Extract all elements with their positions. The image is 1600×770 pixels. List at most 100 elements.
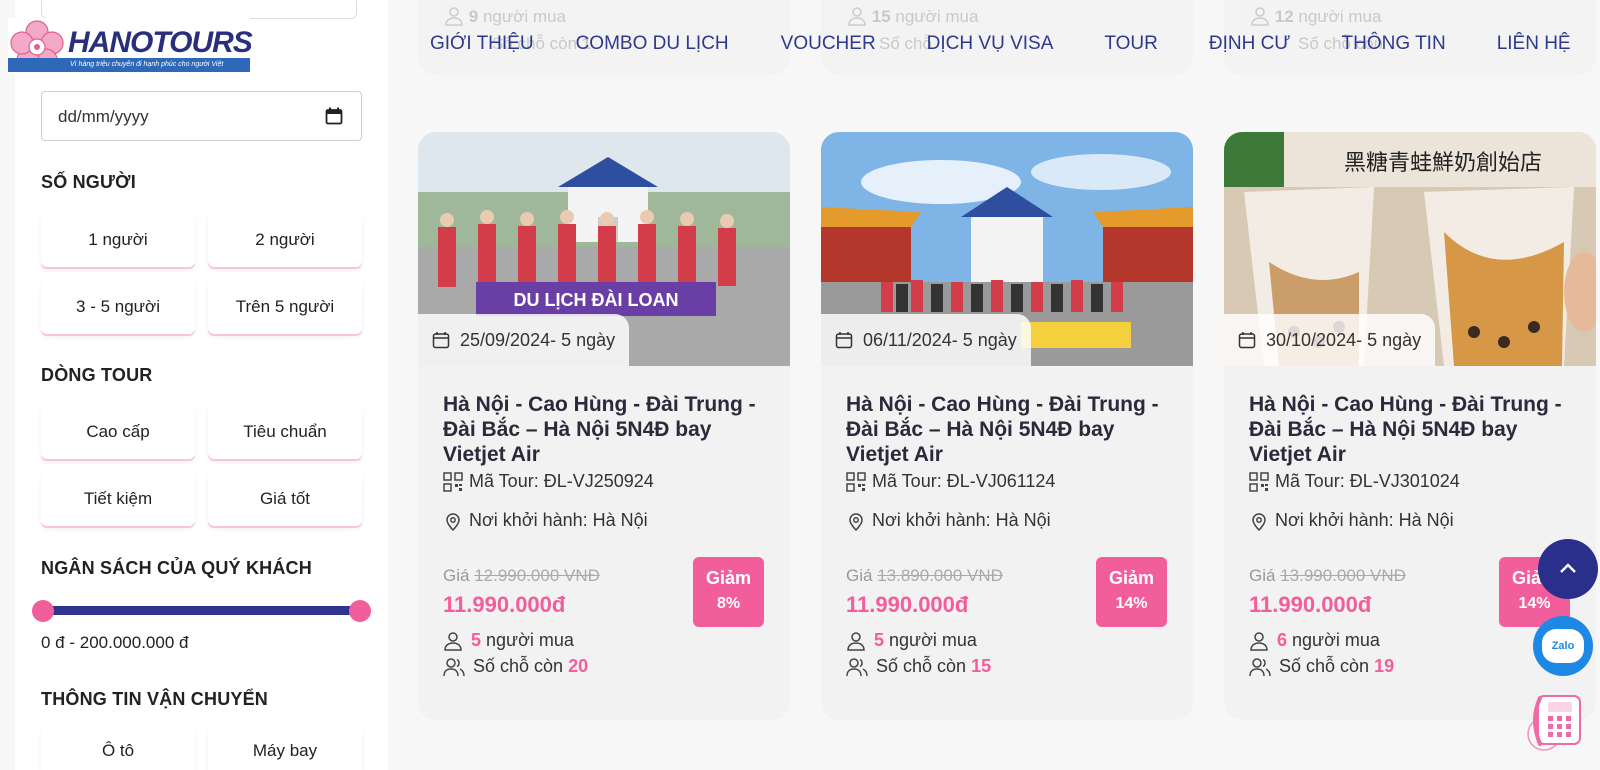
tour-departure: Nơi khởi hành: Hà Nội <box>1275 510 1454 530</box>
qr-code-icon <box>443 471 463 492</box>
remaining-seats: 15 <box>971 656 992 676</box>
tour-card[interactable]: DU LỊCH ĐÀI LOAN 25/09/2024- 5 ngày Hà N… <box>418 132 790 720</box>
calendar-icon <box>835 332 853 349</box>
tour-title[interactable]: Hà Nội - Cao Hùng - Đài Trung - Đài Bắc … <box>846 392 1176 467</box>
tour-departure-row: Nơi khởi hành: Hà Nội <box>846 510 1051 531</box>
budget-slider-track[interactable] <box>41 606 359 615</box>
shop-sign-text: 黑糖青蛙鮮奶創始店 <box>1344 151 1542 176</box>
remaining-row: Số chỗ còn 15 <box>846 656 991 677</box>
buyers-row: 5 người mua <box>846 630 977 651</box>
tour-date-badge: 30/10/2024- 5 ngày <box>1224 314 1436 366</box>
people-option-2[interactable]: 2 người <box>208 212 362 267</box>
buyers-row: 5 người mua <box>443 630 574 651</box>
site-header: HANOTOURS Vì hàng triệu chuyến đi hạnh p… <box>0 0 1600 97</box>
tour-departure-row: Nơi khởi hành: Hà Nội <box>443 510 648 531</box>
nav-info[interactable]: THÔNG TIN <box>1342 33 1446 55</box>
old-price: 12.990.000 VNĐ <box>474 566 600 585</box>
calendar-icon <box>1238 332 1256 349</box>
tour-date-badge: 25/09/2024- 5 ngày <box>418 314 630 366</box>
people-group-icon <box>846 657 868 676</box>
logo-tagline: Vì hàng triệu chuyến đi hạnh phúc cho ng… <box>8 58 250 72</box>
scroll-to-top-button[interactable] <box>1538 539 1598 599</box>
nav-voucher[interactable]: VOUCHER <box>781 33 876 55</box>
remaining-seats: 20 <box>568 656 589 676</box>
tour-departure: Nơi khởi hành: Hà Nội <box>469 510 648 530</box>
tour-card[interactable]: 06/11/2024- 5 ngày Hà Nội - Cao Hùng - Đ… <box>821 132 1193 720</box>
tour-date: 30/10/2024- 5 ngày <box>1266 329 1422 350</box>
calendar-icon[interactable] <box>325 107 343 130</box>
tour-line-filter-title: DÒNG TOUR <box>41 365 153 385</box>
old-price-row: Giá 13.890.000 VNĐ <box>846 566 1003 585</box>
nav-tour[interactable]: TOUR <box>1104 33 1157 55</box>
qr-code-icon <box>846 471 866 492</box>
tour-line-premium[interactable]: Cao cấp <box>41 404 195 459</box>
tour-line-standard[interactable]: Tiêu chuẩn <box>208 404 362 459</box>
location-pin-icon <box>1252 512 1266 531</box>
zalo-icon: Zalo <box>1542 629 1584 663</box>
discount-badge: Giảm 14% <box>1096 557 1167 627</box>
person-icon <box>847 631 865 651</box>
tour-departure: Nơi khởi hành: Hà Nội <box>872 510 1051 530</box>
tour-code: Mã Tour: ĐL-VJ250924 <box>469 471 654 491</box>
nav-visa[interactable]: DỊCH VỤ VISA <box>927 33 1054 55</box>
location-pin-icon <box>849 512 863 531</box>
buyers-count: 5 <box>471 630 482 650</box>
logo-wordmark: HANOTOURS <box>68 26 253 59</box>
old-price: 13.890.000 VNĐ <box>877 566 1003 585</box>
tour-code: Mã Tour: ĐL-VJ061124 <box>872 471 1056 491</box>
new-price: 11.990.000đ <box>846 592 969 617</box>
remaining-row: Số chỗ còn 20 <box>443 656 588 677</box>
chevron-up-icon <box>1560 563 1576 573</box>
people-option-1[interactable]: 1 người <box>41 212 195 267</box>
people-option-3-5[interactable]: 3 - 5 người <box>41 279 195 334</box>
people-filter-title: SỐ NGƯỜI <box>41 172 136 192</box>
tour-departure-row: Nơi khởi hành: Hà Nội <box>1249 510 1454 531</box>
tour-line-economy[interactable]: Tiết kiệm <box>41 471 195 526</box>
buyers-row: 6 người mua <box>1249 630 1380 651</box>
tour-code: Mã Tour: ĐL-VJ301024 <box>1275 471 1460 491</box>
new-price: 11.990.000đ <box>1249 592 1372 617</box>
discount-badge: Giảm 8% <box>693 557 764 627</box>
tour-line-best-price[interactable]: Giá tốt <box>208 471 362 526</box>
nav-about[interactable]: GIỚI THIỆU <box>430 33 534 55</box>
person-icon <box>444 631 462 651</box>
remaining-seats: 19 <box>1374 656 1395 676</box>
people-option-over-5[interactable]: Trên 5 người <box>208 279 362 334</box>
tour-code-row: Mã Tour: ĐL-VJ250924 <box>443 471 654 492</box>
filter-sidebar: dd/mm/yyyy SỐ NGƯỜI 1 người 2 người 3 - … <box>15 0 388 770</box>
people-group-icon <box>1249 657 1271 676</box>
transport-filter-title: THÔNG TIN VẬN CHUYỂN <box>41 689 269 709</box>
remaining-row: Số chỗ còn 19 <box>1249 656 1394 677</box>
hanotours-logo[interactable]: HANOTOURS Vì hàng triệu chuyến đi hạnh p… <box>8 18 253 74</box>
budget-range-text: 0 đ - 200.000.000 đ <box>41 633 189 652</box>
nav-combo[interactable]: COMBO DU LỊCH <box>576 33 729 55</box>
people-group-icon <box>443 657 465 676</box>
nav-immigration[interactable]: ĐỊNH CƯ <box>1209 33 1291 55</box>
old-price-row: Giá 13.990.000 VNĐ <box>1249 566 1406 585</box>
old-price: 13.990.000 VNĐ <box>1280 566 1406 585</box>
departure-date-input[interactable]: dd/mm/yyyy <box>41 91 362 141</box>
budget-filter-title: NGÂN SÁCH CỦA QUÝ KHÁCH <box>41 558 312 578</box>
tour-date-badge: 06/11/2024- 5 ngày <box>821 314 1031 366</box>
transport-option-plane[interactable]: Máy bay <box>208 726 362 770</box>
budget-min-handle[interactable] <box>32 600 54 622</box>
tour-code-row: Mã Tour: ĐL-VJ301024 <box>1249 471 1460 492</box>
main-nav: GIỚI THIỆU COMBO DU LỊCH VOUCHER DỊCH VỤ… <box>430 33 1571 55</box>
tour-title[interactable]: Hà Nội - Cao Hùng - Đài Trung - Đài Bắc … <box>443 392 773 467</box>
tour-title[interactable]: Hà Nội - Cao Hùng - Đài Trung - Đài Bắc … <box>1249 392 1579 467</box>
photo-banner-text: DU LỊCH ĐÀI LOAN <box>514 289 679 310</box>
old-price-row: Giá 12.990.000 VNĐ <box>443 566 600 585</box>
nav-contact[interactable]: LIÊN HỆ <box>1497 33 1571 55</box>
tour-date: 06/11/2024- 5 ngày <box>863 329 1017 350</box>
calendar-icon <box>432 332 450 349</box>
buyers-count: 5 <box>874 630 885 650</box>
transport-option-car[interactable]: Ô tô <box>41 726 195 770</box>
zalo-chat-button[interactable]: Zalo <box>1533 616 1593 676</box>
buyers-count: 6 <box>1277 630 1288 650</box>
tour-code-row: Mã Tour: ĐL-VJ061124 <box>846 471 1055 492</box>
tour-date: 25/09/2024- 5 ngày <box>460 329 616 350</box>
person-icon <box>1250 631 1268 651</box>
budget-max-handle[interactable] <box>349 600 371 622</box>
location-pin-icon <box>446 512 460 531</box>
phone-call-icon[interactable] <box>1522 690 1588 754</box>
